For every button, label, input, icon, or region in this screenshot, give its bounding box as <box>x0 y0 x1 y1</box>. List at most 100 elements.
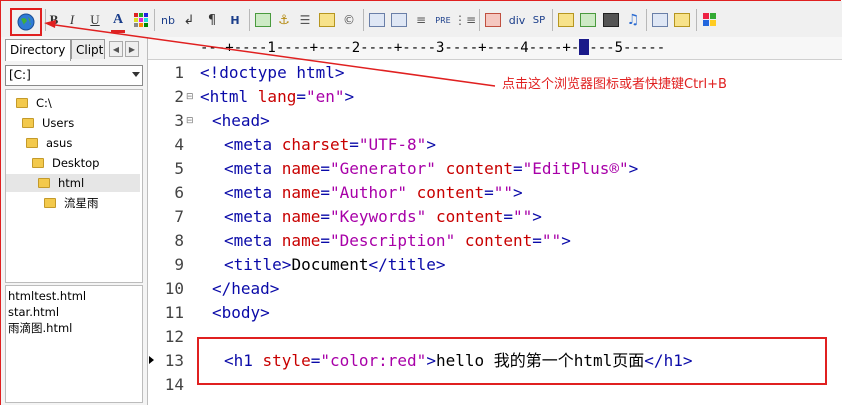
line-number: 8 <box>174 231 184 250</box>
drive-value: [C:] <box>9 68 31 82</box>
style-button[interactable] <box>580 10 596 30</box>
code-line: <!doctype html> <box>200 63 345 82</box>
tab-scroll-right-button[interactable]: ▶ <box>125 41 139 57</box>
line-number: 4 <box>174 135 184 154</box>
code-line: <meta name="Author" content=""> <box>224 183 523 202</box>
toolbar-separator <box>154 9 155 31</box>
ruler-cursor-marker <box>579 39 590 55</box>
file-item[interactable]: 雨滴图.html <box>8 320 72 336</box>
toolbar-separator <box>249 9 250 31</box>
chevron-down-icon <box>132 72 140 77</box>
table-button[interactable] <box>369 10 385 30</box>
code-line: <meta charset="UTF-8"> <box>224 135 436 154</box>
folder-icon <box>44 198 56 208</box>
frame-icon <box>652 13 668 27</box>
ruler-marks-tail: ---5----- <box>589 40 666 56</box>
special-char-button[interactable]: © <box>341 10 357 30</box>
directory-tree: C:\ Users asus Desktop html 流星雨 <box>5 89 143 283</box>
film-icon <box>603 13 619 27</box>
browser-preview-button[interactable] <box>10 8 42 36</box>
line-number: 13 <box>164 351 184 370</box>
tree-item[interactable]: Desktop <box>32 154 99 172</box>
audio-button[interactable]: ♫ <box>625 10 641 30</box>
frameset-button[interactable] <box>674 10 690 30</box>
code-line: </head> <box>212 279 280 298</box>
windows-logo-icon <box>703 13 716 26</box>
panel-tabs: Directory Clipt ◀ ▶ <box>5 39 145 61</box>
tree-item[interactable]: 流星雨 <box>44 194 99 212</box>
heading-button[interactable]: H <box>227 10 243 30</box>
media-button[interactable] <box>603 10 619 30</box>
code-line: <title>Document</title> <box>224 255 446 274</box>
ruler-marks: ---+----1----+----2----+----3----+----4-… <box>200 40 580 56</box>
code-line: <meta name="Description" content=""> <box>224 231 571 250</box>
line-number: 5 <box>174 159 184 178</box>
font-button[interactable] <box>485 10 501 30</box>
tree-item[interactable]: C:\ <box>16 94 52 112</box>
hr-icon: ☰ <box>299 13 311 27</box>
horizontal-rule-button[interactable]: ☰ <box>297 10 313 30</box>
highlight-box <box>197 337 827 385</box>
anchor-button[interactable]: ⚓ <box>276 10 292 30</box>
frame-button[interactable] <box>652 10 668 30</box>
tree-item[interactable]: Users <box>22 114 74 132</box>
tree-item-label: html <box>58 176 85 190</box>
toolbar: B I U A nb ↲ ¶ H ⚓ ☰ © ≡ PRE ⋮≡ div SP ♫ <box>1 1 842 38</box>
script-button[interactable] <box>558 10 574 30</box>
code-line: <head> <box>212 111 270 130</box>
tree-item-label: 流星雨 <box>64 196 99 210</box>
code-line: <meta name="Keywords" content=""> <box>224 207 542 226</box>
folder-icon <box>16 98 28 108</box>
tree-item-selected[interactable]: html <box>6 174 140 192</box>
highlight-button[interactable] <box>319 10 335 30</box>
nbsp-button[interactable]: nb <box>160 10 176 30</box>
line-number: 14 <box>164 375 184 394</box>
bullet-list-button[interactable]: ⋮≡ <box>454 10 476 30</box>
bold-button[interactable]: B <box>48 10 60 30</box>
preformat-button[interactable]: PRE <box>433 10 453 30</box>
color-palette-button[interactable] <box>133 10 149 30</box>
tab-cliptext[interactable]: Clipt <box>71 39 105 59</box>
brush-icon <box>580 13 596 27</box>
toolbar-separator <box>696 9 697 31</box>
file-item[interactable]: star.html <box>8 304 59 320</box>
globe-icon <box>17 13 35 31</box>
form-icon <box>391 13 407 27</box>
align-icon: ≡ <box>415 13 427 27</box>
annotation-text: 点击这个浏览器图标或者快捷键Ctrl+B <box>502 77 727 92</box>
table-icon <box>369 13 385 27</box>
tree-item[interactable]: asus <box>26 134 72 152</box>
music-note-icon: ♫ <box>626 12 640 28</box>
span-button[interactable]: SP <box>531 10 547 30</box>
code-line: <meta name="Generator" content="EditPlus… <box>224 159 639 178</box>
tab-scroll-left-button[interactable]: ◀ <box>109 41 123 57</box>
fold-toggle[interactable]: ⊟ <box>186 109 196 133</box>
italic-button[interactable]: I <box>66 10 78 30</box>
pencil-icon <box>319 13 335 27</box>
underline-button[interactable]: U <box>89 10 101 30</box>
line-number: 10 <box>164 279 184 298</box>
line-number: 3 <box>174 111 184 130</box>
script-icon <box>558 13 574 27</box>
paragraph-button[interactable]: ¶ <box>206 10 218 30</box>
toolbar-separator <box>552 9 553 31</box>
form-button[interactable] <box>391 10 407 30</box>
file-item[interactable]: htmltest.html <box>8 288 86 304</box>
line-number: 9 <box>174 255 184 274</box>
drive-select[interactable]: [C:] <box>5 65 143 86</box>
fold-toggle[interactable]: ⊟ <box>186 85 196 109</box>
line-number: 7 <box>174 207 184 226</box>
line-number: 6 <box>174 183 184 202</box>
code-line: <body> <box>212 303 270 322</box>
line-break-button[interactable]: ↲ <box>183 10 195 30</box>
toolbar-separator <box>479 9 480 31</box>
tab-directory[interactable]: Directory <box>5 39 71 61</box>
font-color-button[interactable]: A <box>111 10 125 33</box>
div-button[interactable]: div <box>507 10 527 30</box>
windows-button[interactable] <box>702 10 718 30</box>
line-number: 2 <box>174 87 184 106</box>
frameset-icon <box>674 13 690 27</box>
tree-item-label: asus <box>46 136 73 150</box>
list-button[interactable]: ≡ <box>413 10 429 30</box>
image-button[interactable] <box>255 10 271 30</box>
